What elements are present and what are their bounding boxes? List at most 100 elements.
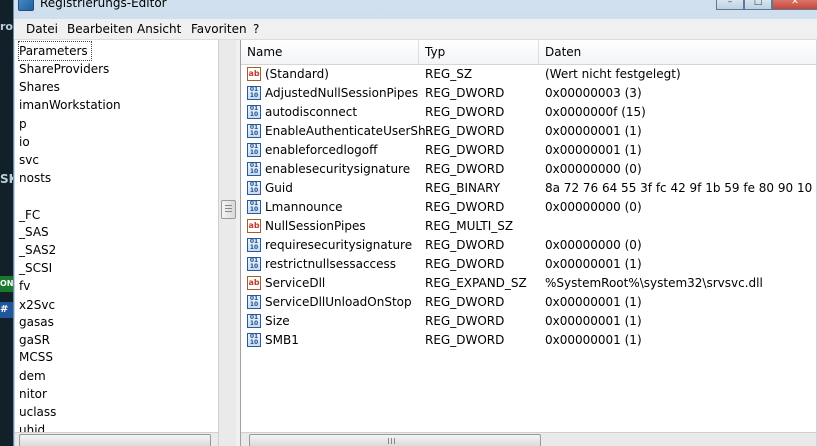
value-data: 0x00000001 (1) [545,333,642,347]
value-name: restrictnullsessaccess [265,257,397,271]
tree-horizontal-scrollbar[interactable] [15,432,219,446]
values-list: Name Typ Daten ab (Standard) REG_SZ (Wert n… [240,40,817,446]
value-data: 0x00000001 (1) [545,257,642,271]
registry-editor-window: Registrierungs-Editor – □ ✕ Datei Bearbe… [13,0,817,446]
value-name: Lmannounce [265,200,343,214]
tree-horizontal-scroll-thumb[interactable] [19,434,211,446]
value-type: REG_MULTI_SZ [425,219,514,233]
table-row[interactable]: 01 10 autodisconnect REG_DWORD 0x0000000f (… [241,103,817,122]
list-horizontal-scroll-thumb[interactable] [249,434,541,446]
close-button[interactable]: ✕ [772,0,817,10]
tree-item[interactable]: uclass [19,403,56,421]
tree-item[interactable]: Shares [19,78,60,96]
tree-item[interactable]: x2Svc [19,296,55,314]
table-row[interactable]: 01 10 Lmannounce REG_DWORD 0x00000000 (0) [241,198,817,217]
tree-item[interactable]: gaSR [19,331,50,349]
table-row[interactable]: 01 10 EnableAuthenticateUserSh... REG_DWOR… [241,122,817,141]
tree-item[interactable]: nosts [19,169,51,187]
binary-value-icon: 01 10 [247,124,261,138]
column-header-name[interactable]: Name [241,40,419,64]
tree-item[interactable]: _SAS [19,223,49,241]
registry-editor-icon [18,0,34,11]
table-row[interactable]: ab (Standard) REG_SZ (Wert nicht festgelegt… [241,65,817,84]
table-row[interactable]: 01 10 Guid REG_BINARY 8a 72 76 64 55 3f fc … [241,179,817,198]
value-type: REG_DWORD [425,295,505,309]
binary-value-icon: 01 10 [247,181,261,195]
value-type: REG_EXPAND_SZ [425,276,527,290]
value-type: REG_SZ [425,67,473,81]
value-name: enableforcedlogoff [265,143,378,157]
binary-value-icon: 01 10 [247,333,261,347]
column-header: Name Typ Daten [241,40,817,65]
value-name: SMB1 [265,333,299,347]
maximize-button[interactable]: □ [744,0,772,10]
tree-item[interactable]: _SAS2 [19,241,56,259]
tree-vertical-scrollbar[interactable] [218,40,236,446]
tree-item[interactable]: dem [19,367,46,385]
value-type: REG_DWORD [425,257,505,271]
column-header-type[interactable]: Typ [419,40,539,64]
value-name: requiresecuritysignature [265,238,413,252]
tree-item[interactable]: _SCSI [19,259,52,277]
value-name: Size [265,314,290,328]
table-row[interactable]: 01 10 enablesecuritysignature REG_DWORD 0x0… [241,160,817,179]
table-row[interactable]: 01 10 enableforcedlogoff REG_DWORD 0x000000… [241,141,817,160]
tree-item[interactable]: fv [19,277,30,295]
value-type: REG_DWORD [425,124,505,138]
tree-item[interactable]: Parameters [18,41,92,61]
menu-ansicht[interactable]: Ansicht [137,22,181,36]
value-type: REG_BINARY [425,181,501,195]
binary-value-icon: 01 10 [247,295,261,309]
tree-item[interactable]: p [19,115,27,133]
menu-help[interactable]: ? [253,22,259,36]
binary-value-icon: 01 10 [247,143,261,157]
tree-item[interactable]: svc [19,151,39,169]
tree-scroll-thumb[interactable] [221,200,236,219]
table-row[interactable]: 01 10 restrictnullsessaccess REG_DWORD 0x00… [241,255,817,274]
tree-item[interactable]: MCSS [19,348,53,366]
value-data: 0x00000003 (3) [545,86,642,100]
tree-item[interactable]: imanWorkstation [19,96,121,114]
value-name: AdjustedNullSessionPipes [265,86,419,100]
table-row[interactable]: ab ServiceDll REG_EXPAND_SZ %SystemRoot%\sy… [241,274,817,293]
value-type: REG_DWORD [425,200,505,214]
value-name: (Standard) [265,67,329,81]
value-name: NullSessionPipes [265,219,366,233]
menu-bearbeiten[interactable]: Bearbeiten [67,22,133,36]
table-row[interactable]: 01 10 SMB1 REG_DWORD 0x00000001 (1) [241,331,817,350]
menu-favoriten[interactable]: Favoriten [191,22,247,36]
column-header-data[interactable]: Daten [539,40,817,64]
tree-item[interactable]: io [19,133,30,151]
caption-buttons: – □ ✕ [716,0,817,10]
value-name: Guid [265,181,293,195]
string-value-icon: ab [247,219,261,233]
value-type: REG_DWORD [425,162,505,176]
value-name: ServiceDll [265,276,326,290]
binary-value-icon: 01 10 [247,200,261,214]
tree-item[interactable]: nitor [19,385,47,403]
binary-value-icon: 01 10 [247,314,261,328]
value-data: 0x00000000 (0) [545,200,642,214]
value-data: 8a 72 76 64 55 3f fc 42 9f 1b 59 fe 80 9… [545,181,817,195]
tree-item[interactable]: ShareProviders [19,60,109,78]
value-type: REG_DWORD [425,238,505,252]
table-row[interactable]: ab NullSessionPipes REG_MULTI_SZ [241,217,817,236]
menu-bar: Datei Bearbeiten Ansicht Favoriten ? [14,19,817,40]
table-row[interactable]: 01 10 Size REG_DWORD 0x00000001 (1) [241,312,817,331]
value-data: (Wert nicht festgelegt) [545,67,681,81]
binary-value-icon: 01 10 [247,105,261,119]
table-row[interactable]: 01 10 requiresecuritysignature REG_DWORD 0x… [241,236,817,255]
minimize-button[interactable]: – [716,0,744,10]
tree-item[interactable]: _FC [19,206,40,224]
string-value-icon: ab [247,276,261,290]
menu-datei[interactable]: Datei [26,22,58,36]
value-data: 0x00000001 (1) [545,124,642,138]
table-row[interactable]: 01 10 AdjustedNullSessionPipes REG_DWORD 0x… [241,84,817,103]
tree-item[interactable]: gasas [19,313,54,331]
binary-value-icon: 01 10 [247,257,261,271]
key-tree[interactable]: Parameters ShareProviders Shares imanWorkst… [15,40,220,446]
binary-value-icon: 01 10 [247,162,261,176]
list-horizontal-scrollbar[interactable] [241,432,817,446]
table-row[interactable]: 01 10 ServiceDllUnloadOnStop REG_DWORD 0x00… [241,293,817,312]
title-bar[interactable]: Registrierungs-Editor – □ ✕ [14,0,817,19]
